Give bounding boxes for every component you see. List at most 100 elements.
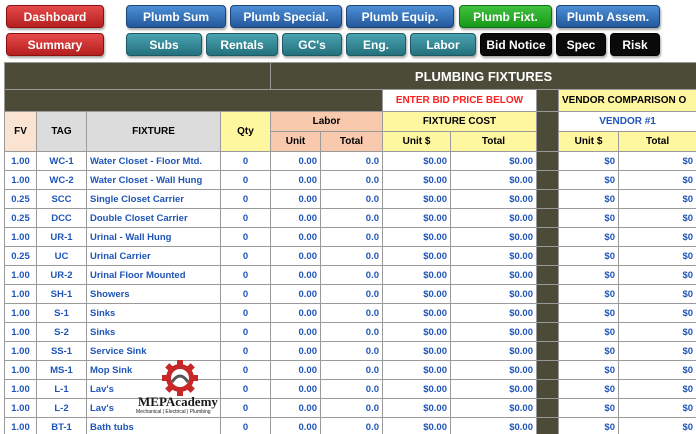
tag-cell[interactable]: MS-1 xyxy=(36,360,87,380)
vendor-unit-cell[interactable]: $0 xyxy=(558,360,619,380)
fixture-unit-cell[interactable]: $0.00 xyxy=(382,151,451,171)
fixture-unit-cell[interactable]: $0.00 xyxy=(382,417,451,434)
fv-cell[interactable]: 1.00 xyxy=(4,341,37,361)
fixture-total-cell[interactable]: $0.00 xyxy=(450,322,537,342)
labor-unit-cell[interactable]: 0.00 xyxy=(270,417,321,434)
labor-total-cell[interactable]: 0.0 xyxy=(320,303,383,323)
labor-total-cell[interactable]: 0.0 xyxy=(320,208,383,228)
fixture-cell[interactable]: Sinks xyxy=(86,303,221,323)
vendor-unit-cell[interactable]: $0 xyxy=(558,208,619,228)
fixture-unit-cell[interactable]: $0.00 xyxy=(382,265,451,285)
vendor-total-cell[interactable]: $0 xyxy=(617,398,696,418)
vendor-total-cell[interactable]: $0 xyxy=(617,170,696,190)
qty-cell[interactable]: 0 xyxy=(220,303,271,323)
tag-cell[interactable]: UC xyxy=(36,246,87,266)
fixture-cell[interactable]: Urinal - Wall Hung xyxy=(86,227,221,247)
fixture-cell[interactable]: Sinks xyxy=(86,322,221,342)
nav-plumb-fixt-button[interactable]: Plumb Fixt. xyxy=(459,5,552,28)
fixture-cell[interactable]: Bath tubs xyxy=(86,417,221,434)
qty-cell[interactable]: 0 xyxy=(220,151,271,171)
nav-spec-button[interactable]: Spec xyxy=(556,33,606,56)
fv-cell[interactable]: 1.00 xyxy=(4,417,37,434)
labor-total-cell[interactable]: 0.0 xyxy=(320,227,383,247)
vendor-total-cell[interactable]: $0 xyxy=(617,284,696,304)
nav-subs-button[interactable]: Subs xyxy=(126,33,202,56)
qty-cell[interactable]: 0 xyxy=(220,341,271,361)
nav-plumb-sum-button[interactable]: Plumb Sum xyxy=(126,5,226,28)
tag-cell[interactable]: S-2 xyxy=(36,322,87,342)
vendor-unit-cell[interactable]: $0 xyxy=(558,151,619,171)
vendor-total-cell[interactable]: $0 xyxy=(617,227,696,247)
fixture-total-cell[interactable]: $0.00 xyxy=(450,265,537,285)
qty-cell[interactable]: 0 xyxy=(220,170,271,190)
fixture-total-cell[interactable]: $0.00 xyxy=(450,398,537,418)
labor-total-cell[interactable]: 0.0 xyxy=(320,398,383,418)
labor-unit-cell[interactable]: 0.00 xyxy=(270,398,321,418)
labor-unit-cell[interactable]: 0.00 xyxy=(270,284,321,304)
vendor-unit-cell[interactable]: $0 xyxy=(558,189,619,209)
labor-unit-cell[interactable]: 0.00 xyxy=(270,246,321,266)
qty-cell[interactable]: 0 xyxy=(220,417,271,434)
qty-cell[interactable]: 0 xyxy=(220,189,271,209)
fixture-unit-cell[interactable]: $0.00 xyxy=(382,398,451,418)
labor-total-cell[interactable]: 0.0 xyxy=(320,151,383,171)
labor-total-cell[interactable]: 0.0 xyxy=(320,322,383,342)
fixture-total-cell[interactable]: $0.00 xyxy=(450,417,537,434)
labor-unit-cell[interactable]: 0.00 xyxy=(270,322,321,342)
nav-gcs-button[interactable]: GC's xyxy=(282,33,342,56)
qty-cell[interactable]: 0 xyxy=(220,398,271,418)
tag-cell[interactable]: WC-2 xyxy=(36,170,87,190)
qty-cell[interactable]: 0 xyxy=(220,265,271,285)
labor-total-cell[interactable]: 0.0 xyxy=(320,246,383,266)
tag-cell[interactable]: L-2 xyxy=(36,398,87,418)
labor-total-cell[interactable]: 0.0 xyxy=(320,189,383,209)
fv-cell[interactable]: 1.00 xyxy=(4,265,37,285)
fixture-unit-cell[interactable]: $0.00 xyxy=(382,284,451,304)
vendor-total-cell[interactable]: $0 xyxy=(617,341,696,361)
labor-unit-cell[interactable]: 0.00 xyxy=(270,170,321,190)
fv-cell[interactable]: 1.00 xyxy=(4,303,37,323)
nav-summary-button[interactable]: Summary xyxy=(6,33,104,56)
labor-total-cell[interactable]: 0.0 xyxy=(320,379,383,399)
fixture-unit-cell[interactable]: $0.00 xyxy=(382,322,451,342)
fv-cell[interactable]: 1.00 xyxy=(4,170,37,190)
fixture-unit-cell[interactable]: $0.00 xyxy=(382,379,451,399)
fixture-cell[interactable]: Single Closet Carrier xyxy=(86,189,221,209)
qty-cell[interactable]: 0 xyxy=(220,379,271,399)
fv-cell[interactable]: 1.00 xyxy=(4,284,37,304)
labor-total-cell[interactable]: 0.0 xyxy=(320,170,383,190)
labor-unit-cell[interactable]: 0.00 xyxy=(270,360,321,380)
fixture-total-cell[interactable]: $0.00 xyxy=(450,341,537,361)
nav-risk-button[interactable]: Risk xyxy=(610,33,660,56)
fixture-cell[interactable]: Double Closet Carrier xyxy=(86,208,221,228)
fixture-unit-cell[interactable]: $0.00 xyxy=(382,246,451,266)
fixture-unit-cell[interactable]: $0.00 xyxy=(382,170,451,190)
nav-dashboard-button[interactable]: Dashboard xyxy=(6,5,104,28)
labor-unit-cell[interactable]: 0.00 xyxy=(270,265,321,285)
labor-total-cell[interactable]: 0.0 xyxy=(320,284,383,304)
fixture-cell[interactable]: Water Closet - Wall Hung xyxy=(86,170,221,190)
labor-unit-cell[interactable]: 0.00 xyxy=(270,208,321,228)
qty-cell[interactable]: 0 xyxy=(220,208,271,228)
labor-unit-cell[interactable]: 0.00 xyxy=(270,151,321,171)
labor-unit-cell[interactable]: 0.00 xyxy=(270,379,321,399)
fv-cell[interactable]: 1.00 xyxy=(4,227,37,247)
qty-cell[interactable]: 0 xyxy=(220,246,271,266)
vendor-total-cell[interactable]: $0 xyxy=(617,151,696,171)
labor-total-cell[interactable]: 0.0 xyxy=(320,417,383,434)
nav-plumb-equip-button[interactable]: Plumb Equip. xyxy=(346,5,454,28)
qty-cell[interactable]: 0 xyxy=(220,322,271,342)
vendor-unit-cell[interactable]: $0 xyxy=(558,398,619,418)
vendor-total-cell[interactable]: $0 xyxy=(617,379,696,399)
fixture-total-cell[interactable]: $0.00 xyxy=(450,360,537,380)
fixture-cell[interactable]: Urinal Floor Mounted xyxy=(86,265,221,285)
fv-cell[interactable]: 1.00 xyxy=(4,360,37,380)
tag-cell[interactable]: S-1 xyxy=(36,303,87,323)
vendor-total-cell[interactable]: $0 xyxy=(617,303,696,323)
qty-cell[interactable]: 0 xyxy=(220,284,271,304)
vendor-unit-cell[interactable]: $0 xyxy=(558,303,619,323)
vendor-total-cell[interactable]: $0 xyxy=(617,360,696,380)
fv-cell[interactable]: 0.25 xyxy=(4,208,37,228)
vendor-total-cell[interactable]: $0 xyxy=(617,265,696,285)
fixture-total-cell[interactable]: $0.00 xyxy=(450,151,537,171)
